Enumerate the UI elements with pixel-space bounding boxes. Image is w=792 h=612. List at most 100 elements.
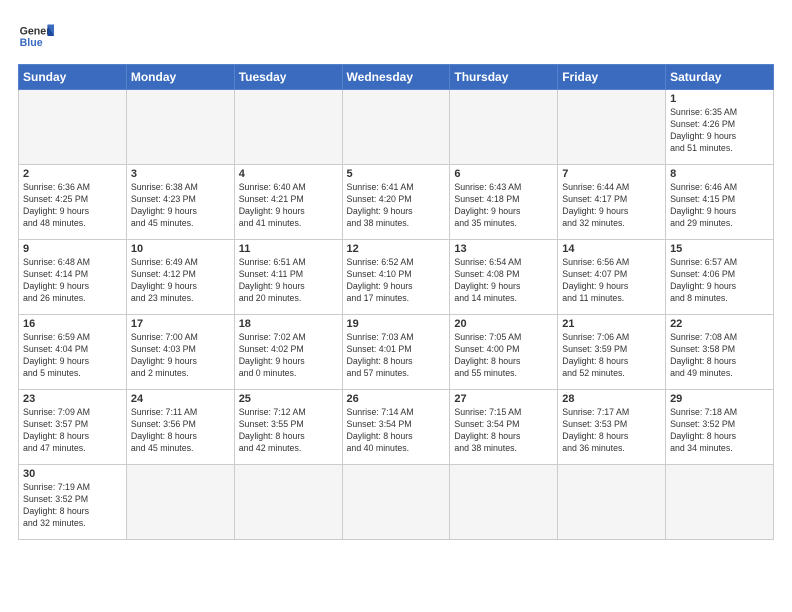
day-cell-28: 28 Sunrise: 7:17 AM Sunset: 3:53 PM Dayli… [558, 390, 666, 465]
day-cell-6: 6 Sunrise: 6:43 AM Sunset: 4:18 PM Daylig… [450, 165, 558, 240]
day-cell-3: 3Sunrise: 6:38 AM Sunset: 4:23 PM Daylig… [126, 165, 234, 240]
day-info: Sunrise: 7:09 AM Sunset: 3:57 PM Dayligh… [23, 407, 122, 455]
day-info: Sunrise: 7:05 AM Sunset: 4:00 PM Dayligh… [454, 332, 553, 380]
day-number: 13 [454, 243, 553, 255]
day-number: 6 [454, 168, 553, 180]
day-info: Sunrise: 7:06 AM Sunset: 3:59 PM Dayligh… [562, 332, 661, 380]
day-cell-17: 17Sunrise: 7:00 AM Sunset: 4:03 PM Dayli… [126, 315, 234, 390]
day-number: 15 [670, 243, 769, 255]
calendar-row: 9 Sunrise: 6:48 AM Sunset: 4:14 PM Daylig… [19, 240, 774, 315]
header: General Blue [18, 18, 774, 54]
day-cell-7: 7Sunrise: 6:44 AM Sunset: 4:17 PM Daylig… [558, 165, 666, 240]
day-info: Sunrise: 6:52 AM Sunset: 4:10 PM Dayligh… [347, 257, 446, 305]
day-info: Sunrise: 7:14 AM Sunset: 3:54 PM Dayligh… [347, 407, 446, 455]
day-cell-5: 5Sunrise: 6:41 AM Sunset: 4:20 PM Daylig… [342, 165, 450, 240]
day-info: Sunrise: 7:00 AM Sunset: 4:03 PM Dayligh… [131, 332, 230, 380]
day-number: 10 [131, 243, 230, 255]
day-cell-27: 27 Sunrise: 7:15 AM Sunset: 3:54 PM Dayli… [450, 390, 558, 465]
weekday-header-row: SundayMondayTuesdayWednesdayThursdayFrid… [19, 65, 774, 90]
day-cell-24: 24 Sunrise: 7:11 AM Sunset: 3:56 PM Dayli… [126, 390, 234, 465]
day-info: Sunrise: 6:56 AM Sunset: 4:07 PM Dayligh… [562, 257, 661, 305]
empty-cell [666, 465, 774, 540]
day-number: 19 [347, 318, 446, 330]
day-cell-26: 26 Sunrise: 7:14 AM Sunset: 3:54 PM Dayli… [342, 390, 450, 465]
day-cell-13: 13Sunrise: 6:54 AM Sunset: 4:08 PM Dayli… [450, 240, 558, 315]
weekday-header-friday: Friday [558, 65, 666, 90]
day-number: 3 [131, 168, 230, 180]
day-info: Sunrise: 7:15 AM Sunset: 3:54 PM Dayligh… [454, 407, 553, 455]
calendar-table: SundayMondayTuesdayWednesdayThursdayFrid… [18, 64, 774, 540]
day-cell-12: 12 Sunrise: 6:52 AM Sunset: 4:10 PM Dayli… [342, 240, 450, 315]
day-cell-22: 22Sunrise: 7:08 AM Sunset: 3:58 PM Dayli… [666, 315, 774, 390]
calendar-row: 23 Sunrise: 7:09 AM Sunset: 3:57 PM Dayli… [19, 390, 774, 465]
day-info: Sunrise: 7:12 AM Sunset: 3:55 PM Dayligh… [239, 407, 338, 455]
empty-cell [234, 90, 342, 165]
day-cell-19: 19Sunrise: 7:03 AM Sunset: 4:01 PM Dayli… [342, 315, 450, 390]
day-number: 21 [562, 318, 661, 330]
empty-cell [450, 465, 558, 540]
day-cell-25: 25 Sunrise: 7:12 AM Sunset: 3:55 PM Dayli… [234, 390, 342, 465]
day-cell-18: 18 Sunrise: 7:02 AM Sunset: 4:02 PM Dayli… [234, 315, 342, 390]
day-number: 1 [670, 93, 769, 105]
logo: General Blue [18, 18, 54, 54]
day-number: 22 [670, 318, 769, 330]
day-number: 23 [23, 393, 122, 405]
day-number: 12 [347, 243, 446, 255]
day-cell-2: 2Sunrise: 6:36 AM Sunset: 4:25 PM Daylig… [19, 165, 127, 240]
day-cell-21: 21 Sunrise: 7:06 AM Sunset: 3:59 PM Dayli… [558, 315, 666, 390]
day-number: 9 [23, 243, 122, 255]
day-number: 8 [670, 168, 769, 180]
day-info: Sunrise: 6:51 AM Sunset: 4:11 PM Dayligh… [239, 257, 338, 305]
day-number: 26 [347, 393, 446, 405]
day-info: Sunrise: 7:02 AM Sunset: 4:02 PM Dayligh… [239, 332, 338, 380]
day-info: Sunrise: 6:43 AM Sunset: 4:18 PM Dayligh… [454, 182, 553, 230]
weekday-header-monday: Monday [126, 65, 234, 90]
generalblue-logo-icon: General Blue [18, 18, 54, 54]
day-number: 27 [454, 393, 553, 405]
day-info: Sunrise: 7:11 AM Sunset: 3:56 PM Dayligh… [131, 407, 230, 455]
day-info: Sunrise: 6:57 AM Sunset: 4:06 PM Dayligh… [670, 257, 769, 305]
empty-cell [342, 465, 450, 540]
day-info: Sunrise: 6:49 AM Sunset: 4:12 PM Dayligh… [131, 257, 230, 305]
day-cell-8: 8Sunrise: 6:46 AM Sunset: 4:15 PM Daylig… [666, 165, 774, 240]
day-number: 20 [454, 318, 553, 330]
day-info: Sunrise: 7:18 AM Sunset: 3:52 PM Dayligh… [670, 407, 769, 455]
day-number: 14 [562, 243, 661, 255]
day-number: 28 [562, 393, 661, 405]
empty-cell [450, 90, 558, 165]
day-number: 24 [131, 393, 230, 405]
calendar-row: 2Sunrise: 6:36 AM Sunset: 4:25 PM Daylig… [19, 165, 774, 240]
day-info: Sunrise: 6:40 AM Sunset: 4:21 PM Dayligh… [239, 182, 338, 230]
weekday-header-saturday: Saturday [666, 65, 774, 90]
day-info: Sunrise: 6:36 AM Sunset: 4:25 PM Dayligh… [23, 182, 122, 230]
day-number: 18 [239, 318, 338, 330]
day-cell-14: 14 Sunrise: 6:56 AM Sunset: 4:07 PM Dayli… [558, 240, 666, 315]
day-cell-15: 15 Sunrise: 6:57 AM Sunset: 4:06 PM Dayli… [666, 240, 774, 315]
empty-cell [558, 465, 666, 540]
day-cell-16: 16 Sunrise: 6:59 AM Sunset: 4:04 PM Dayli… [19, 315, 127, 390]
weekday-header-tuesday: Tuesday [234, 65, 342, 90]
day-cell-9: 9 Sunrise: 6:48 AM Sunset: 4:14 PM Daylig… [19, 240, 127, 315]
day-info: Sunrise: 6:59 AM Sunset: 4:04 PM Dayligh… [23, 332, 122, 380]
day-cell-1: 1Sunrise: 6:35 AM Sunset: 4:26 PM Daylig… [666, 90, 774, 165]
day-number: 16 [23, 318, 122, 330]
day-cell-20: 20 Sunrise: 7:05 AM Sunset: 4:00 PM Dayli… [450, 315, 558, 390]
day-number: 11 [239, 243, 338, 255]
day-cell-23: 23 Sunrise: 7:09 AM Sunset: 3:57 PM Dayli… [19, 390, 127, 465]
empty-cell [126, 465, 234, 540]
weekday-header-wednesday: Wednesday [342, 65, 450, 90]
day-number: 25 [239, 393, 338, 405]
calendar-row: 16 Sunrise: 6:59 AM Sunset: 4:04 PM Dayli… [19, 315, 774, 390]
page: General Blue SundayMondayTuesdayWednesda… [0, 0, 792, 612]
day-info: Sunrise: 7:19 AM Sunset: 3:52 PM Dayligh… [23, 482, 122, 530]
calendar-row: 30 Sunrise: 7:19 AM Sunset: 3:52 PM Dayli… [19, 465, 774, 540]
day-cell-30: 30 Sunrise: 7:19 AM Sunset: 3:52 PM Dayli… [19, 465, 127, 540]
weekday-header-thursday: Thursday [450, 65, 558, 90]
calendar-row: 1Sunrise: 6:35 AM Sunset: 4:26 PM Daylig… [19, 90, 774, 165]
day-number: 30 [23, 468, 122, 480]
day-cell-10: 10 Sunrise: 6:49 AM Sunset: 4:12 PM Dayli… [126, 240, 234, 315]
day-cell-4: 4Sunrise: 6:40 AM Sunset: 4:21 PM Daylig… [234, 165, 342, 240]
day-info: Sunrise: 7:17 AM Sunset: 3:53 PM Dayligh… [562, 407, 661, 455]
day-info: Sunrise: 6:48 AM Sunset: 4:14 PM Dayligh… [23, 257, 122, 305]
empty-cell [342, 90, 450, 165]
